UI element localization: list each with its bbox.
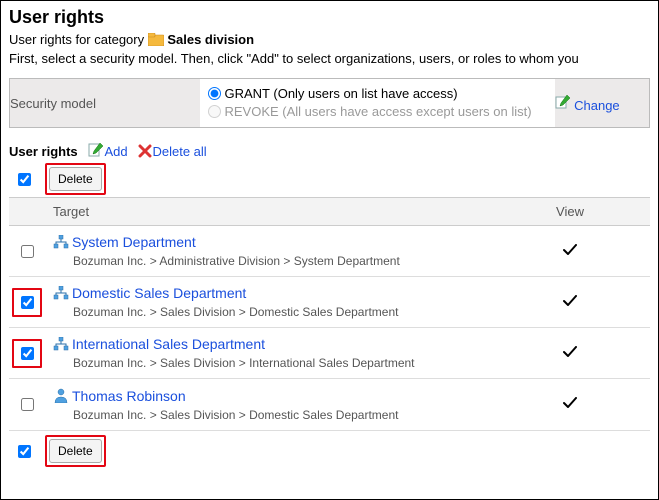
security-model-label: Security model: [10, 79, 200, 128]
org-icon: [53, 339, 69, 354]
row-checkbox[interactable]: [21, 245, 34, 258]
row-checkbox[interactable]: [21, 347, 34, 360]
delete-button-bottom[interactable]: Delete: [49, 439, 102, 463]
table-row: System Department Bozuman Inc. > Administ…: [9, 226, 650, 277]
grant-radio[interactable]: [208, 87, 221, 100]
table-row: Thomas Robinson Bozuman Inc. > Sales Divi…: [9, 379, 650, 431]
description-text: First, select a security model. Then, cl…: [9, 51, 650, 66]
folder-icon: [148, 34, 168, 49]
org-icon: [53, 288, 69, 303]
add-link[interactable]: Add: [104, 144, 127, 159]
view-cell: [490, 328, 650, 379]
delete-all-icon: [138, 144, 152, 158]
target-link[interactable]: International Sales Department: [72, 336, 265, 352]
org-icon: [53, 237, 69, 252]
rights-table: Target View System Department Bozuman Inc…: [9, 197, 650, 431]
col-view: View: [490, 198, 650, 226]
category-prefix: User rights for category: [9, 32, 148, 47]
category-name: Sales division: [167, 32, 254, 47]
target-path: Bozuman Inc. > Sales Division > Internat…: [53, 356, 482, 370]
delete-button-top[interactable]: Delete: [49, 167, 102, 191]
select-all-checkbox-top[interactable]: [18, 173, 31, 186]
category-line: User rights for category Sales division: [9, 32, 650, 49]
target-link[interactable]: Domestic Sales Department: [72, 285, 246, 301]
target-path: Bozuman Inc. > Sales Division > Domestic…: [53, 408, 482, 422]
revoke-label: REVOKE (All users have access except use…: [225, 104, 532, 119]
table-row: Domestic Sales Department Bozuman Inc. > …: [9, 277, 650, 328]
row-checkbox[interactable]: [21, 398, 34, 411]
row-checkbox[interactable]: [21, 296, 34, 309]
user-icon: [53, 391, 69, 406]
col-checkbox: [9, 198, 45, 226]
view-cell: [490, 226, 650, 277]
user-rights-actions: User rights Add Delete all: [9, 142, 650, 159]
revoke-radio[interactable]: [208, 105, 221, 118]
section-label: User rights: [9, 144, 78, 159]
view-cell: [490, 277, 650, 328]
delete-all-link[interactable]: Delete all: [152, 144, 206, 159]
grant-label: GRANT (Only users on list have access): [225, 86, 458, 101]
page-title: User rights: [9, 7, 650, 28]
top-action-bar: Delete: [9, 163, 650, 195]
edit-icon: [555, 98, 575, 113]
target-path: Bozuman Inc. > Sales Division > Domestic…: [53, 305, 482, 319]
change-link[interactable]: Change: [574, 98, 620, 113]
bottom-action-bar: Delete: [9, 435, 650, 467]
target-link[interactable]: System Department: [72, 234, 196, 250]
view-cell: [490, 379, 650, 431]
target-link[interactable]: Thomas Robinson: [72, 388, 186, 404]
table-row: International Sales Department Bozuman In…: [9, 328, 650, 379]
select-all-checkbox-bottom[interactable]: [18, 445, 31, 458]
add-icon: [88, 142, 104, 158]
col-target: Target: [45, 198, 490, 226]
target-path: Bozuman Inc. > Administrative Division >…: [53, 254, 482, 268]
security-model-box: Security model GRANT (Only users on list…: [9, 78, 650, 128]
